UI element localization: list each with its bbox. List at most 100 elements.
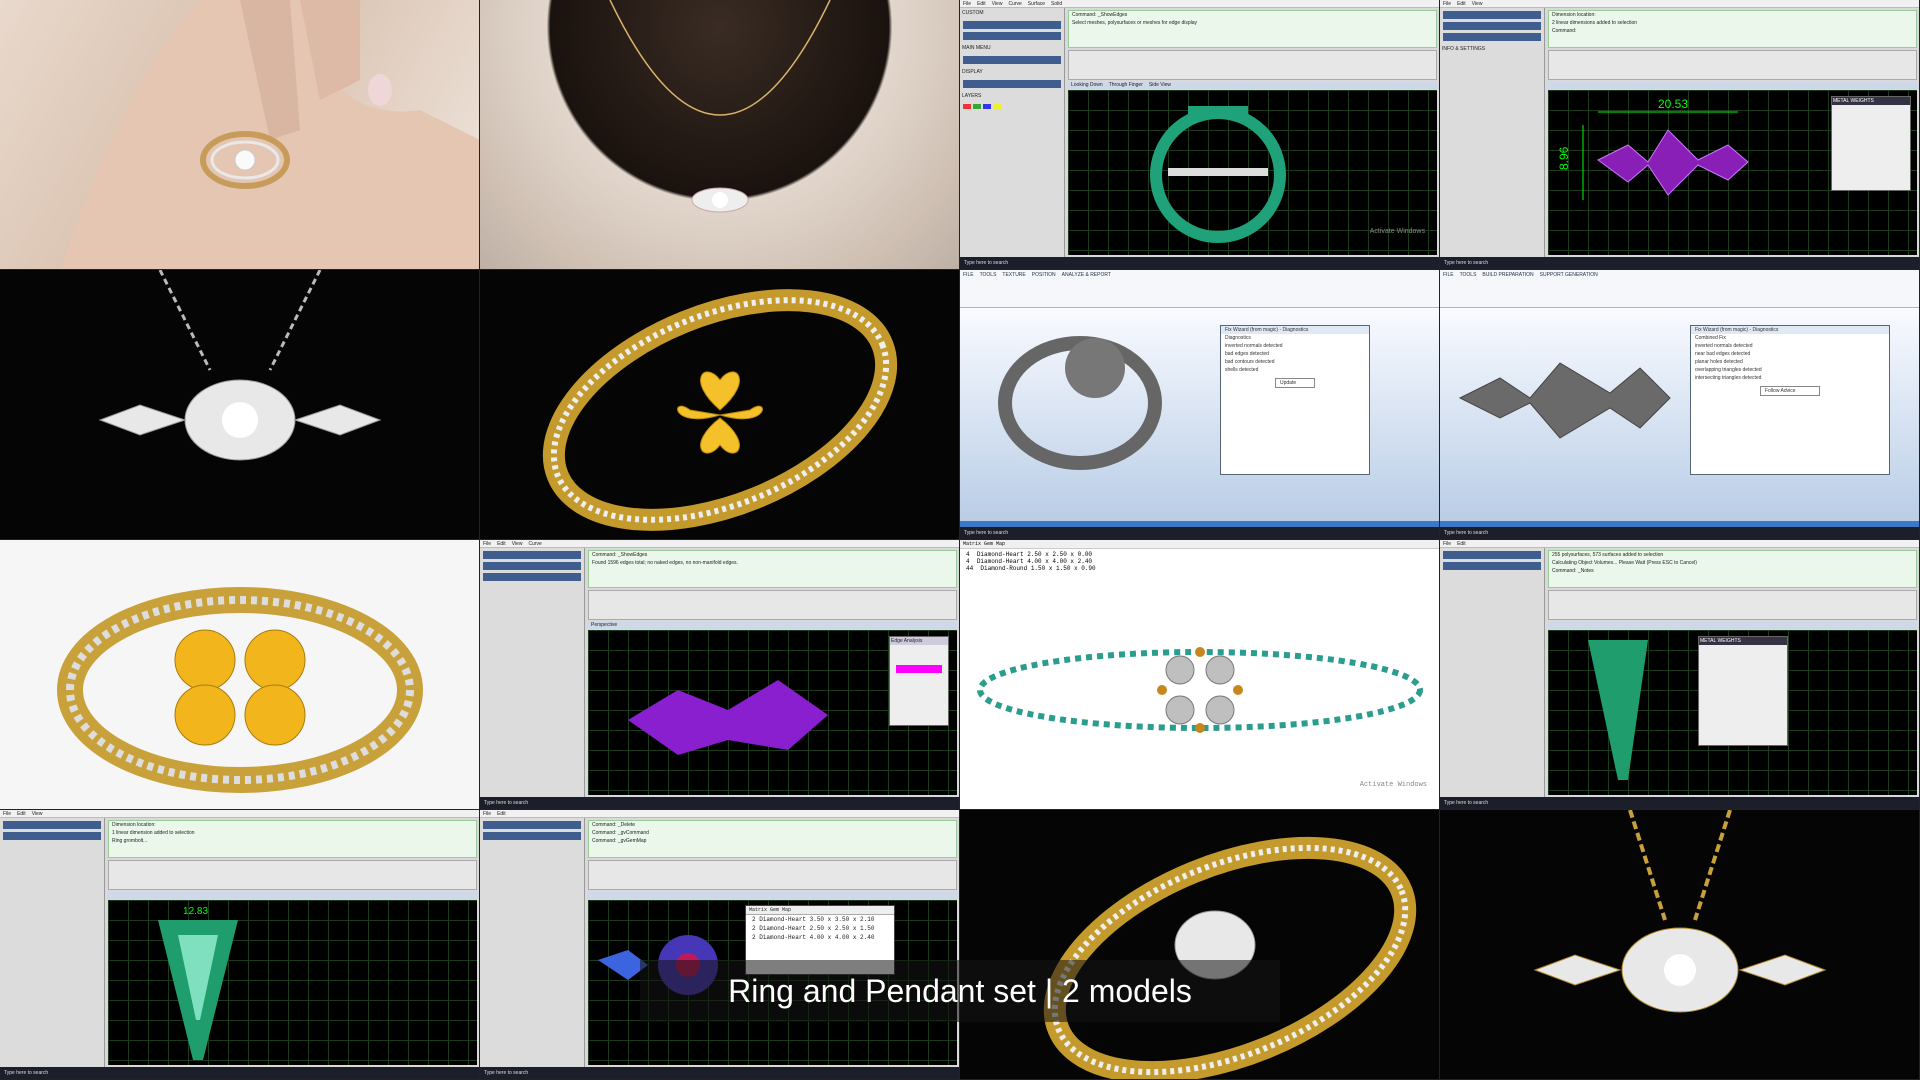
taskbar: Type here to search — [480, 1067, 959, 1079]
metal-weights-panel: METAL WEIGHTS — [1831, 96, 1911, 191]
taskbar: Type here to search — [0, 1067, 479, 1079]
taskbar: Type here to search — [480, 797, 959, 809]
viewport[interactable]: Activate Windows — [1068, 90, 1437, 255]
fix-wizard-dialog: Fix Wizard (from magic) - Diagnostics Di… — [1220, 325, 1370, 475]
render-ring-front — [0, 540, 480, 810]
left-panel — [480, 818, 585, 1067]
panel-display: DISPLAY — [962, 69, 983, 75]
left-panel — [480, 548, 585, 797]
tab-texture[interactable]: TEXTURE — [1002, 272, 1025, 278]
neck-pendant-illustration — [609, 0, 831, 213]
toolbar — [588, 860, 957, 890]
command-history: Dimension location: 2 linear dimensions … — [1548, 10, 1917, 48]
menu-bar: File Edit View Curve — [480, 540, 959, 548]
tab-through-finger[interactable]: Through Finger — [1106, 82, 1146, 88]
cmd-line: 2 linear dimensions added to selection — [1552, 20, 1638, 26]
taskbar: Type here to search — [1440, 797, 1919, 809]
view-tabs — [108, 892, 477, 899]
cmd-line: Command: — [1552, 28, 1577, 34]
view-tabs — [588, 892, 957, 899]
command-history: Command: _ShowEdges Found 1596 edges tot… — [588, 550, 957, 588]
toolbar — [1068, 50, 1437, 80]
v-model: 12.83 — [158, 906, 238, 1060]
cad-window-ring: File Edit View Curve Surface Solid CUSTOM MAI… — [960, 0, 1440, 270]
ring-front-render — [57, 587, 423, 793]
view-tabs: Looking Down Through Finger Side View — [1068, 82, 1437, 89]
metal-weights-panel: METAL WEIGHTS — [1698, 636, 1788, 746]
tab-file[interactable]: FILE — [963, 272, 974, 278]
menu-bar: File Edit View — [1440, 0, 1919, 8]
pendant-render — [98, 270, 382, 461]
render-pendant-silver — [0, 270, 480, 540]
gem-map-window: Matrix Gem Map 4 Diamond-Heart 2.50 x 2.… — [960, 540, 1440, 810]
tab-position[interactable]: POSITION — [1032, 272, 1056, 278]
view-tabs — [1548, 82, 1917, 89]
menu-file[interactable]: File — [963, 1, 971, 7]
tab-side-view[interactable]: Side View — [1146, 82, 1174, 88]
photo-ring-on-hand — [0, 0, 480, 270]
menu-surface[interactable]: Surface — [1028, 1, 1045, 7]
cmd-line: Dimension location: — [1552, 12, 1596, 18]
menu-bar: File Edit View Curve Surface Solid — [960, 0, 1439, 8]
ribbon: FILE TOOLS TEXTURE POSITION ANALYZE & REPORT — [960, 270, 1439, 308]
left-panel — [0, 818, 105, 1067]
view-tabs — [1548, 622, 1917, 629]
menu-bar: File Edit View — [0, 810, 479, 818]
menu-view[interactable]: View — [1472, 1, 1483, 7]
panel-layers: LAYERS — [962, 93, 982, 99]
render-pendant-gold — [1440, 810, 1920, 1080]
tab-tools[interactable]: TOOLS — [980, 272, 997, 278]
taskbar: Type here to search — [1440, 527, 1919, 539]
menu-file[interactable]: File — [1443, 1, 1451, 7]
viewport[interactable]: Edge Analysis — [588, 630, 957, 795]
edge-analysis-panel: Edge Analysis — [889, 636, 949, 726]
command-history: Command: _Delete Command: _gvCommand Com… — [588, 820, 957, 858]
command-history: Dimension location: 1 linear dimension a… — [108, 820, 477, 858]
viewport[interactable]: 20.53 8.96 METAL WEIGHTS — [1548, 90, 1917, 255]
dim-width-label: 20.53 — [1658, 97, 1688, 111]
caption-overlay: Ring and Pendant set | 2 models — [640, 960, 1280, 1022]
gem-row: 2 Diamond-Heart 2.50 x 2.50 x 1.50 — [752, 925, 875, 932]
taskbar: Type here to search — [1440, 257, 1919, 269]
left-panel: CUSTOM MAIN MENU DISPLAY LAYERS — [960, 8, 1065, 257]
magics-window-ring: FILE TOOLS TEXTURE POSITION ANALYZE & REPORT… — [960, 270, 1440, 540]
menu-bar: File Edit — [480, 810, 959, 818]
toolbar — [108, 860, 477, 890]
taskbar-search[interactable]: Type here to search — [960, 257, 1012, 269]
tab-looking-down[interactable]: Looking Down — [1068, 82, 1106, 88]
viewport[interactable]: METAL WEIGHTS — [1548, 630, 1917, 795]
ribbon: FILE TOOLS BUILD PREPARATION SUPPORT GENERA… — [1440, 270, 1919, 308]
render-ring-white-gems — [960, 810, 1440, 1080]
menu-bar: File Edit — [1440, 540, 1919, 548]
tab-analyze[interactable]: ANALYZE & REPORT — [1062, 272, 1111, 278]
activate-windows-watermark: Activate Windows — [1369, 228, 1425, 235]
gem-row: 2 Diamond-Heart 3.50 x 3.50 x 2.10 — [752, 916, 875, 923]
menu-solid[interactable]: Solid — [1051, 1, 1062, 7]
update-button[interactable]: Update — [1275, 378, 1315, 388]
magics-window-pendant: FILE TOOLS BUILD PREPARATION SUPPORT GENERA… — [1440, 270, 1920, 540]
tab-perspective[interactable]: Perspective — [588, 622, 620, 628]
command-history: Command: _ShowEdges Select meshes, polys… — [1068, 10, 1437, 48]
menu-edit[interactable]: Edit — [977, 1, 986, 7]
cad-window-gem-popup: File Edit Command: _Delete Command: _gvCo… — [480, 810, 960, 1080]
ring-render — [542, 289, 898, 531]
taskbar: Type here to search — [960, 257, 1439, 269]
cmd-line: Command: _ShowEdges — [1072, 12, 1128, 18]
menu-edit[interactable]: Edit — [1457, 1, 1466, 7]
cad-window-metal-weights: File Edit 255 polysurfaces, 573 surfaces … — [1440, 540, 1920, 810]
panel-info-settings: INFO & SETTINGS — [1442, 46, 1486, 52]
cad-window-v-dimension: File Edit View Dimension location: 1 linea… — [0, 810, 480, 1080]
follow-advice-button[interactable]: Follow Advice — [1760, 386, 1820, 396]
menu-curve[interactable]: Curve — [1008, 1, 1021, 7]
photo-pendant-on-neck — [480, 0, 960, 270]
viewport[interactable]: 12.83 — [108, 900, 477, 1065]
left-panel — [1440, 548, 1545, 797]
gem-row: 2 Diamond-Heart 4.00 x 4.00 x 2.40 — [752, 934, 875, 941]
dim-height-label: 8.96 — [1557, 146, 1571, 170]
cad-window-edge-analysis: File Edit View Curve Command: _ShowEdges Fo… — [480, 540, 960, 810]
menu-view[interactable]: View — [992, 1, 1003, 7]
collage-grid: File Edit View Curve Surface Solid CUSTOM MAI… — [0, 0, 1920, 1080]
hand-ring-illustration — [60, 0, 479, 269]
fix-wizard-dialog: Fix Wizard (from magic) - Diagnostics Co… — [1690, 325, 1890, 475]
gem-map-diagram — [977, 647, 1423, 733]
